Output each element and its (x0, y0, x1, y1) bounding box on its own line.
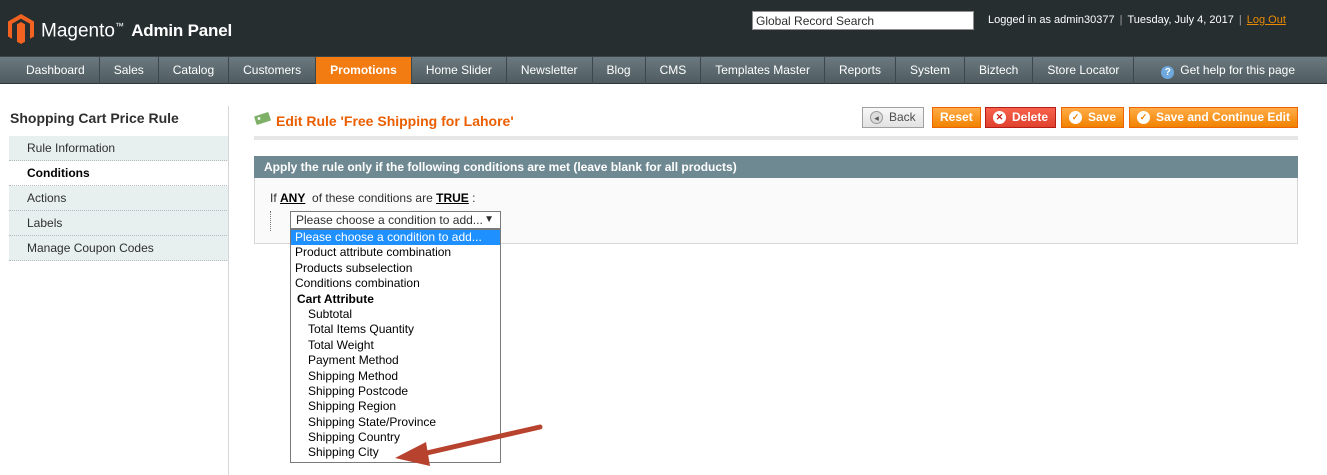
current-date: Tuesday, July 4, 2017 (1127, 14, 1234, 26)
cond-if-text: If (270, 191, 277, 205)
tab-conditions[interactable]: Conditions (9, 161, 229, 186)
nav-blog[interactable]: Blog (593, 57, 646, 84)
nav-reports[interactable]: Reports (825, 57, 896, 84)
user-bar: Logged in as admin30377 | Tuesday, July 4,… (988, 14, 1286, 26)
help-link[interactable]: ? Get help for this page (1161, 57, 1295, 83)
sidebar-divider (228, 106, 229, 475)
nav-promotions[interactable]: Promotions (316, 57, 412, 84)
condition-option[interactable]: Total Weight (291, 338, 500, 353)
magento-logo[interactable]: Magento™ Admin Panel (8, 11, 232, 46)
condition-option[interactable]: Shipping Region (291, 399, 500, 414)
cond-mid-text: of these conditions are (312, 191, 433, 205)
new-condition-select-value: Please choose a condition to add... (296, 213, 483, 227)
condition-option[interactable]: Conditions combination (291, 276, 500, 291)
nav-system[interactable]: System (896, 57, 965, 84)
global-search-input[interactable] (752, 11, 974, 30)
condition-option[interactable]: Shipping Method (291, 369, 500, 384)
help-icon: ? (1161, 66, 1175, 79)
reset-label: Reset (940, 110, 973, 124)
option-group-label: Cart Attribute (297, 291, 374, 306)
nav-templates-master[interactable]: Templates Master (701, 57, 825, 84)
condition-tree-line (270, 211, 271, 231)
save-continue-label: Save and Continue Edit (1156, 110, 1291, 124)
condition-option[interactable]: Payment Method (291, 353, 500, 368)
tab-rule-information[interactable]: Rule Information (9, 136, 229, 161)
delete-label: Delete (1012, 110, 1049, 124)
back-arrow-icon: ◂ (870, 111, 883, 124)
nav-home-slider[interactable]: Home Slider (412, 57, 507, 84)
cond-colon: : (472, 191, 476, 205)
back-label: Back (889, 110, 916, 124)
logo-subtitle: Admin Panel (131, 21, 232, 41)
new-condition-select[interactable]: Please choose a condition to add... ▼ (290, 211, 501, 229)
logo-brand: Magento (41, 20, 115, 42)
nav-store-locator[interactable]: Store Locator (1033, 57, 1135, 84)
logo-text: Magento™ Admin Panel (41, 20, 232, 42)
condition-option[interactable]: Product attribute combination (291, 245, 500, 260)
save-check-icon: ✓ (1069, 111, 1082, 124)
condition-option[interactable]: Products subselection (291, 261, 500, 276)
delete-icon: ✕ (993, 111, 1006, 124)
magento-logo-icon (8, 13, 34, 44)
sidebar-tabs: Rule Information Conditions Actions Labe… (9, 136, 229, 261)
conditions-fieldset-header: Apply the rule only if the following con… (254, 156, 1298, 178)
nav-newsletter[interactable]: Newsletter (507, 57, 593, 84)
tab-labels[interactable]: Labels (9, 211, 229, 236)
aggregator-any-toggle[interactable]: ANY (280, 191, 305, 205)
logged-in-text: Logged in as admin30377 (988, 14, 1115, 26)
delete-button[interactable]: ✕ Delete (985, 107, 1057, 128)
condition-option[interactable]: Please choose a condition to add... (291, 230, 500, 246)
sidebar-title: Shopping Cart Price Rule (10, 110, 179, 126)
save-label: Save (1088, 110, 1117, 124)
value-true-toggle[interactable]: TRUE (436, 191, 469, 205)
condition-option[interactable]: Subtotal (291, 307, 500, 322)
condition-option[interactable]: Total Items Quantity (291, 322, 500, 337)
back-button[interactable]: ◂ Back (862, 107, 924, 128)
nav-catalog[interactable]: Catalog (159, 57, 230, 84)
promo-rule-icon (254, 112, 271, 125)
page-title: Edit Rule 'Free Shipping for Lahore' (276, 113, 514, 129)
nav-sales[interactable]: Sales (100, 57, 159, 84)
tab-actions[interactable]: Actions (9, 186, 229, 211)
annotation-arrow-icon (395, 424, 543, 466)
condition-option[interactable]: Shipping Postcode (291, 384, 500, 399)
save-continue-button[interactable]: ✓ Save and Continue Edit (1129, 107, 1299, 128)
title-divider (254, 136, 1298, 140)
admin-header: Magento™ Admin Panel Logged in as admin3… (0, 0, 1327, 56)
save-button[interactable]: ✓ Save (1061, 107, 1125, 128)
dropdown-arrow-icon: ▼ (484, 214, 494, 225)
nav-cms[interactable]: CMS (646, 57, 702, 84)
conditions-sentence: If ANY of these conditions are TRUE : (270, 191, 475, 205)
tab-manage-coupon-codes[interactable]: Manage Coupon Codes (9, 236, 229, 261)
help-label: Get help for this page (1180, 63, 1295, 77)
save-continue-check-icon: ✓ (1137, 111, 1150, 124)
nav-dashboard[interactable]: Dashboard (0, 57, 100, 84)
main-nav: Dashboard Sales Catalog Customers Promot… (0, 56, 1327, 84)
nav-customers[interactable]: Customers (229, 57, 317, 84)
logout-link[interactable]: Log Out (1247, 14, 1286, 26)
reset-button[interactable]: Reset (932, 107, 981, 128)
nav-biztech[interactable]: Biztech (965, 57, 1034, 84)
